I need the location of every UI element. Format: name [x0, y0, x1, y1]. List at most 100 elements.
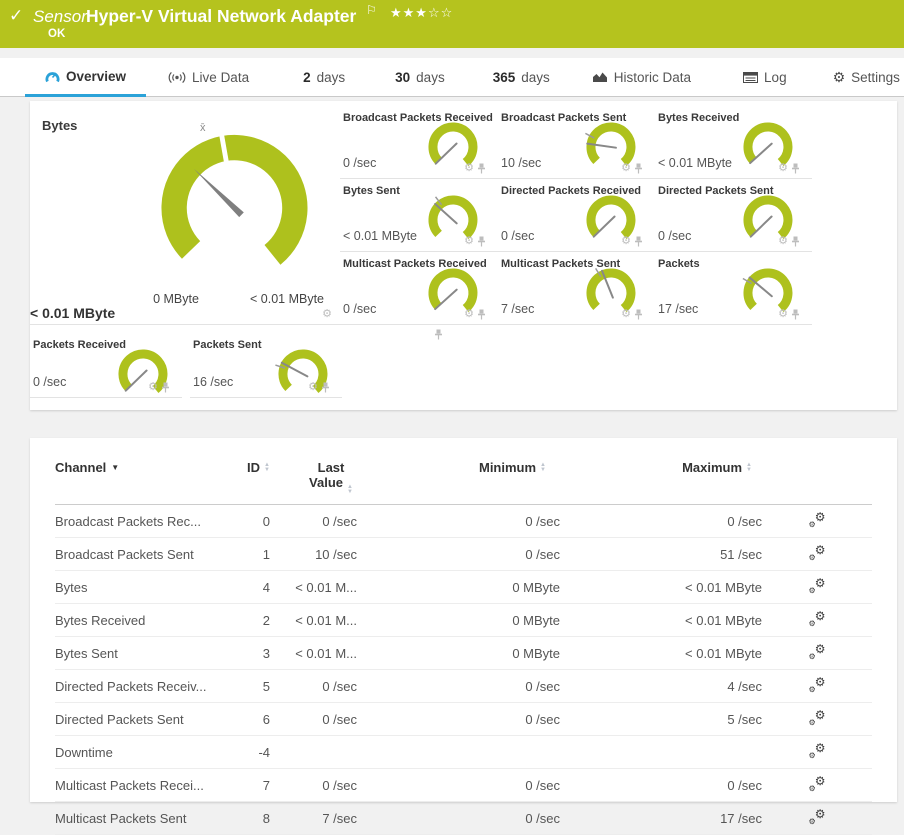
tab-overview[interactable]: Overview — [25, 58, 147, 97]
sort-icon: ▲ ▼ — [746, 462, 752, 473]
gauge-value: 0 /sec — [33, 375, 67, 389]
gear-icon[interactable]: ⚙ — [464, 236, 474, 247]
pin-icon[interactable] — [791, 309, 800, 320]
table-row[interactable]: Bytes Received 2 < 0.01 M... 0 MByte < 0… — [55, 604, 872, 637]
gear-icon[interactable]: ⚙ — [778, 163, 788, 174]
column-header-id[interactable]: ID ▲ ▼ — [230, 460, 270, 475]
tab-30-days[interactable]: 30 days — [395, 58, 445, 96]
channel-settings-gears-icon[interactable]: ⚙ ⚙ — [809, 709, 826, 727]
pin-icon[interactable] — [477, 163, 486, 174]
column-header-channel[interactable]: Channel ▼ — [55, 460, 230, 475]
table-row[interactable]: Broadcast Packets Rec... 0 0 /sec 0 /sec… — [55, 505, 872, 538]
tab-2-days[interactable]: 2 days — [303, 58, 345, 96]
tab-log[interactable]: Log — [743, 58, 787, 96]
channel-name[interactable]: Downtime — [55, 745, 230, 760]
pin-icon[interactable] — [634, 309, 643, 320]
channel-settings-gears-icon[interactable]: ⚙ ⚙ — [809, 808, 826, 826]
channel-tools: ⚙ — [778, 309, 800, 320]
channel-settings-gears-icon[interactable]: ⚙ ⚙ — [809, 775, 826, 793]
table-row[interactable]: Directed Packets Receiv... 5 0 /sec 0 /s… — [55, 670, 872, 703]
gear-icon[interactable]: ⚙ — [464, 163, 474, 174]
small-gauge-cell: Directed Packets Sent 0 /sec ⚙ — [655, 179, 812, 252]
sensor-header: ✓ Sensor Hyper-V Virtual Network Adapter… — [0, 0, 904, 48]
tab-historic-data[interactable]: Historic Data — [592, 58, 691, 96]
column-header-maximum[interactable]: Maximum ▲ ▼ — [560, 460, 762, 475]
gear-icon[interactable]: ⚙ — [322, 309, 332, 320]
gauge-value: < 0.01 MByte — [658, 156, 732, 170]
channel-tools: ⚙ — [308, 382, 330, 393]
gauge-row-4: Packets Received 0 /sec ⚙ Packets Sent 1… — [30, 325, 498, 400]
pin-icon[interactable] — [161, 382, 170, 393]
channel-last-value: 10 /sec — [315, 546, 357, 562]
table-row[interactable]: Downtime -4 ⚙ ⚙ — [55, 736, 872, 769]
channel-settings-gears-icon[interactable]: ⚙ ⚙ — [809, 544, 826, 562]
table-row[interactable]: Multicast Packets Sent 8 7 /sec 0 /sec 1… — [55, 802, 872, 835]
tab-365-days[interactable]: 365 days — [493, 58, 550, 96]
gauge-value: 7 /sec — [501, 302, 535, 316]
channel-tools: ⚙ — [464, 236, 486, 247]
main-gauge-value: < 0.01 MByte — [30, 305, 116, 321]
gear-icon[interactable]: ⚙ — [621, 309, 631, 320]
pin-icon[interactable] — [321, 382, 330, 393]
gear-icon[interactable]: ⚙ — [308, 382, 318, 393]
table-row[interactable]: Multicast Packets Recei... 7 0 /sec 0 /s… — [55, 769, 872, 802]
live-data-icon — [168, 71, 186, 83]
tab-settings[interactable]: ⚙ Settings — [833, 58, 900, 96]
channel-maximum: 0 /sec — [727, 513, 762, 529]
pin-icon[interactable] — [634, 163, 643, 174]
gear-icon[interactable]: ⚙ — [464, 309, 474, 320]
pin-icon[interactable] — [477, 309, 486, 320]
channel-settings-gears-icon[interactable]: ⚙ ⚙ — [809, 511, 826, 529]
main-gauge-cell: Bytes x̄ 0 MByte < 0.01 MByte < 0.01 MBy… — [30, 106, 443, 340]
channel-name[interactable]: Broadcast Packets Rec... — [55, 514, 230, 529]
channel-settings-gears-icon[interactable]: ⚙ ⚙ — [809, 643, 826, 661]
channel-last-value: < 0.01 M... — [295, 579, 357, 595]
mean-marker-label: x̄ — [200, 122, 206, 134]
channel-id: 5 — [262, 678, 270, 694]
table-row[interactable]: Bytes 4 < 0.01 M... 0 MByte < 0.01 MByte… — [55, 571, 872, 604]
gear-icon[interactable]: ⚙ — [778, 309, 788, 320]
channel-minimum: 0 MByte — [512, 612, 560, 628]
column-header-minimum[interactable]: Minimum ▲ ▼ — [357, 460, 560, 475]
pin-icon[interactable] — [434, 329, 443, 340]
channel-name[interactable]: Multicast Packets Recei... — [55, 778, 230, 793]
channel-settings-gears-icon[interactable]: ⚙ ⚙ — [809, 676, 826, 694]
priority-flag-icon[interactable]: ⚐ — [366, 3, 377, 17]
channel-tools: ⚙ — [778, 236, 800, 247]
channel-settings-gears-icon[interactable]: ⚙ ⚙ — [809, 742, 826, 760]
channel-last-value: 0 /sec — [322, 711, 357, 727]
priority-stars[interactable]: ★★★☆☆ — [390, 5, 453, 21]
channel-name[interactable]: Bytes Sent — [55, 646, 230, 661]
table-row[interactable]: Bytes Sent 3 < 0.01 M... 0 MByte < 0.01 … — [55, 637, 872, 670]
channel-id: 3 — [262, 645, 270, 661]
pin-icon[interactable] — [791, 236, 800, 247]
channel-minimum: 0 /sec — [525, 777, 560, 793]
pin-icon[interactable] — [634, 236, 643, 247]
channel-minimum: 0 /sec — [525, 810, 560, 826]
channel-name[interactable]: Multicast Packets Sent — [55, 811, 230, 826]
pin-icon[interactable] — [791, 163, 800, 174]
channel-name[interactable]: Broadcast Packets Sent — [55, 547, 230, 562]
gear-icon[interactable]: ⚙ — [621, 236, 631, 247]
channel-name[interactable]: Bytes Received — [55, 613, 230, 628]
gear-icon[interactable]: ⚙ — [621, 163, 631, 174]
pin-icon[interactable] — [477, 236, 486, 247]
tab-live-data[interactable]: Live Data — [168, 58, 249, 96]
column-header-last-value[interactable]: Last Value ▲ ▼ — [270, 460, 357, 494]
gear-icon[interactable]: ⚙ — [148, 382, 158, 393]
channel-settings-gears-icon[interactable]: ⚙ ⚙ — [809, 610, 826, 628]
table-row[interactable]: Broadcast Packets Sent 1 10 /sec 0 /sec … — [55, 538, 872, 571]
channel-maximum: < 0.01 MByte — [685, 645, 762, 661]
sort-icon: ▲ ▼ — [347, 484, 353, 495]
small-gauge-cell: Broadcast Packets Received 0 /sec ⚙ — [340, 106, 498, 179]
gauge-icon — [45, 71, 60, 82]
channel-settings-gears-icon[interactable]: ⚙ ⚙ — [809, 577, 826, 595]
channel-maximum: 4 /sec — [727, 678, 762, 694]
channel-name[interactable]: Directed Packets Sent — [55, 712, 230, 727]
table-row[interactable]: Directed Packets Sent 6 0 /sec 0 /sec 5 … — [55, 703, 872, 736]
channel-name[interactable]: Directed Packets Receiv... — [55, 679, 230, 694]
gear-icon[interactable]: ⚙ — [778, 236, 788, 247]
channel-name[interactable]: Bytes — [55, 580, 230, 595]
object-kind-label: Sensor — [33, 7, 87, 26]
channel-table-panel: Channel ▼ ID ▲ ▼ Last Value ▲ ▼ Minimum ▲ ▼ Max… — [30, 438, 897, 835]
